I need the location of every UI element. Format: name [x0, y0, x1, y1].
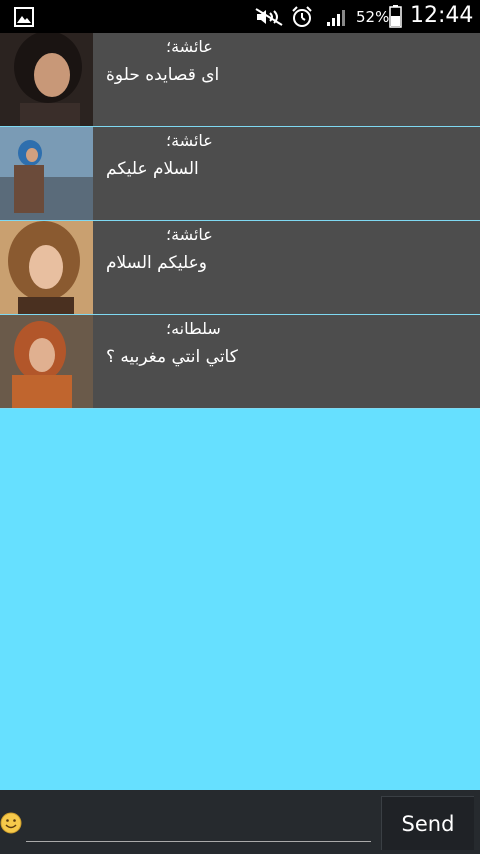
battery-icon: [389, 5, 402, 28]
message-row[interactable]: عائشة؛ اى قصايده حلوة: [0, 33, 480, 127]
message-row[interactable]: عائشة؛ وعليكم السلام: [0, 221, 480, 315]
avatar[interactable]: [0, 315, 93, 408]
composer: Send: [0, 790, 480, 854]
avatar[interactable]: [0, 221, 93, 314]
gallery-icon: [14, 7, 34, 27]
send-button[interactable]: Send: [381, 796, 474, 850]
sender-name: عائشة؛: [166, 37, 213, 56]
avatar[interactable]: [0, 127, 93, 220]
mute-icon: [255, 8, 283, 26]
message-row[interactable]: سلطانه؛ كاتي انتي مغربيه ؟: [0, 315, 480, 409]
sender-name: سلطانه؛: [166, 319, 221, 338]
signal-icon: [327, 10, 345, 26]
battery-percent: 52%: [356, 8, 390, 26]
message-list[interactable]: عائشة؛ اى قصايده حلوة عائشة؛ السلام عليك…: [0, 33, 480, 790]
message-text: وعليكم السلام: [106, 253, 207, 273]
status-bar: 52% 12:44: [0, 0, 480, 33]
message-row[interactable]: عائشة؛ السلام عليكم: [0, 127, 480, 221]
clock: 12:44: [410, 3, 474, 28]
sender-name: عائشة؛: [166, 131, 213, 150]
message-text: اى قصايده حلوة: [106, 65, 220, 85]
message-text: السلام عليكم: [106, 159, 199, 179]
message-text: كاتي انتي مغربيه ؟: [106, 347, 238, 367]
emoji-icon[interactable]: [0, 812, 22, 834]
avatar[interactable]: [0, 33, 93, 126]
message-input[interactable]: [26, 800, 371, 842]
alarm-icon: [292, 6, 312, 27]
sender-name: عائشة؛: [166, 225, 213, 244]
